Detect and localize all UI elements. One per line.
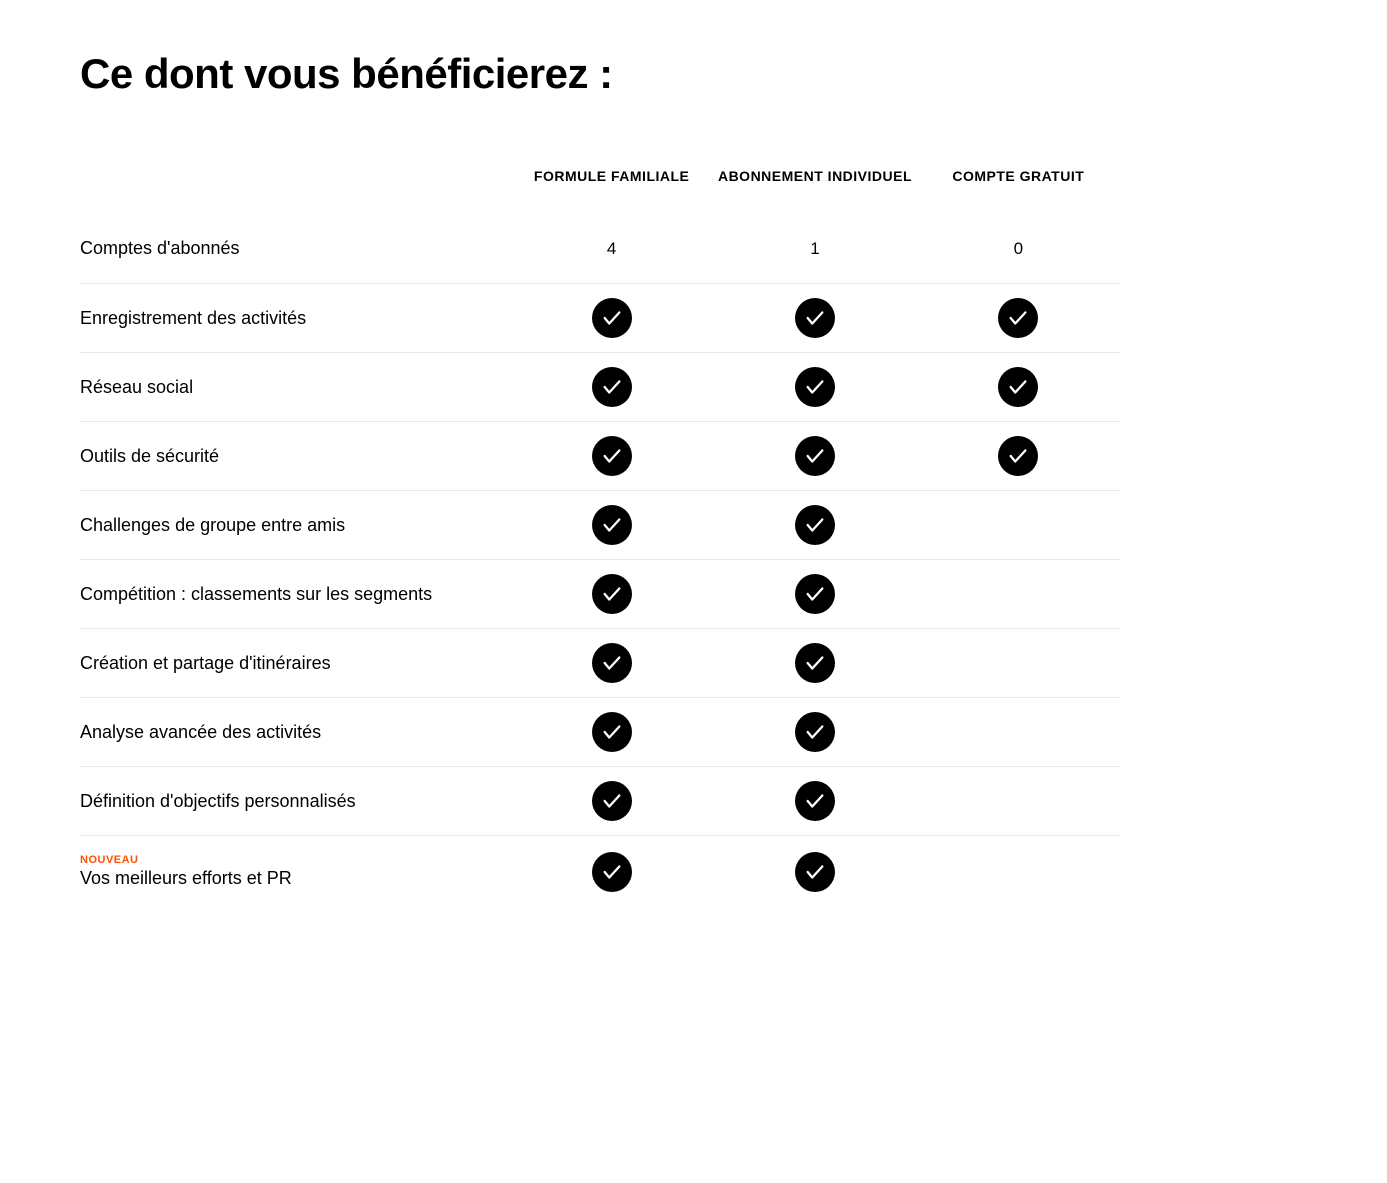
check-icon [795, 781, 835, 821]
feature-value: 0 [917, 239, 1120, 259]
feature-label: NOUVEAU Vos meilleurs efforts et PR [80, 836, 510, 907]
feature-label: Challenges de groupe entre amis [80, 497, 510, 554]
feature-label-text: Réseau social [80, 377, 193, 397]
feature-label: Outils de sécurité [80, 428, 510, 485]
check-icon [592, 298, 632, 338]
check-icon [795, 367, 835, 407]
feature-label-text: Définition d'objectifs personnalisés [80, 791, 356, 811]
check-icon [795, 712, 835, 752]
check-icon [795, 852, 835, 892]
check-icon [795, 574, 835, 614]
check-icon [592, 781, 632, 821]
check-icon [998, 298, 1038, 338]
table-row: Enregistrement des activités [80, 283, 1120, 352]
table-row: Challenges de groupe entre amis [80, 490, 1120, 559]
feature-value [510, 436, 713, 476]
feature-label: Analyse avancée des activités [80, 704, 510, 761]
check-icon [998, 436, 1038, 476]
table-row: NOUVEAU Vos meilleurs efforts et PR [80, 835, 1120, 907]
check-icon [592, 712, 632, 752]
table-row: Création et partage d'itinéraires [80, 628, 1120, 697]
table-header-row: FORMULE FAMILIALE ABONNEMENT INDIVIDUEL … [80, 168, 1120, 214]
feature-value [510, 712, 713, 752]
check-icon [998, 367, 1038, 407]
comparison-table: FORMULE FAMILIALE ABONNEMENT INDIVIDUEL … [80, 168, 1120, 907]
feature-label-text: Challenges de groupe entre amis [80, 515, 345, 535]
feature-value [510, 643, 713, 683]
feature-value [510, 505, 713, 545]
check-icon [592, 367, 632, 407]
check-icon [592, 436, 632, 476]
page-title: Ce dont vous bénéficierez : [80, 50, 1307, 98]
feature-label-text: Comptes d'abonnés [80, 238, 240, 258]
feature-value [713, 367, 916, 407]
feature-value [510, 781, 713, 821]
plan-header-individual: ABONNEMENT INDIVIDUEL [713, 168, 916, 184]
table-row: Définition d'objectifs personnalisés [80, 766, 1120, 835]
feature-label: Définition d'objectifs personnalisés [80, 773, 510, 830]
feature-label-text: Compétition : classements sur les segmen… [80, 584, 432, 604]
table-row: Comptes d'abonnés 410 [80, 214, 1120, 283]
new-badge: NOUVEAU [80, 854, 510, 866]
feature-value: 1 [713, 239, 916, 259]
feature-label-text: Création et partage d'itinéraires [80, 653, 331, 673]
plan-header-free: COMPTE GRATUIT [917, 168, 1120, 184]
feature-label: Comptes d'abonnés [80, 220, 510, 277]
feature-label-text: Outils de sécurité [80, 446, 219, 466]
feature-value [713, 712, 916, 752]
feature-value [713, 643, 916, 683]
feature-label-text: Analyse avancée des activités [80, 722, 321, 742]
check-icon [795, 436, 835, 476]
feature-value [917, 436, 1120, 476]
check-icon [592, 505, 632, 545]
feature-label: Création et partage d'itinéraires [80, 635, 510, 692]
feature-value [917, 367, 1120, 407]
feature-value [713, 852, 916, 892]
check-icon [592, 852, 632, 892]
table-row: Compétition : classements sur les segmen… [80, 559, 1120, 628]
table-row: Outils de sécurité [80, 421, 1120, 490]
feature-value [713, 298, 916, 338]
feature-label: Réseau social [80, 359, 510, 416]
feature-label: Enregistrement des activités [80, 290, 510, 347]
check-icon [795, 643, 835, 683]
feature-value: 4 [510, 239, 713, 259]
feature-value [510, 574, 713, 614]
check-icon [592, 643, 632, 683]
feature-value [713, 781, 916, 821]
feature-value [713, 505, 916, 545]
check-icon [795, 298, 835, 338]
check-icon [592, 574, 632, 614]
table-row: Analyse avancée des activités [80, 697, 1120, 766]
feature-value [713, 436, 916, 476]
feature-value [713, 574, 916, 614]
feature-value [510, 852, 713, 892]
plan-header-family: FORMULE FAMILIALE [510, 168, 713, 184]
feature-label-text: Enregistrement des activités [80, 308, 306, 328]
table-row: Réseau social [80, 352, 1120, 421]
check-icon [795, 505, 835, 545]
feature-value [510, 298, 713, 338]
feature-value [917, 298, 1120, 338]
feature-label: Compétition : classements sur les segmen… [80, 566, 510, 623]
feature-value [510, 367, 713, 407]
feature-label-text: Vos meilleurs efforts et PR [80, 868, 292, 888]
